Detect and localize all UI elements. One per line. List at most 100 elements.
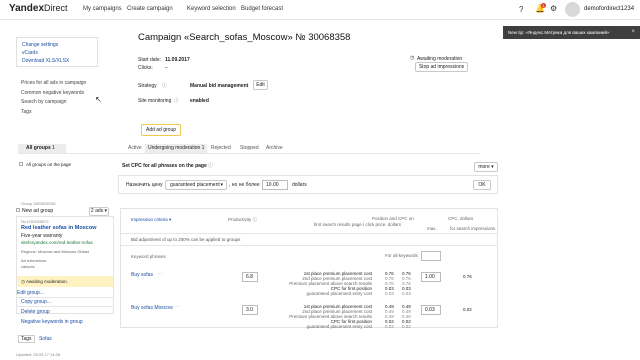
username[interactable]: demofordirect1234 xyxy=(584,6,634,12)
chevron-down-icon: ▾ xyxy=(104,208,108,214)
yandex-direct-logo[interactable]: YandexDirect xyxy=(9,3,68,14)
divider xyxy=(17,306,113,307)
placement-select[interactable]: guaranteed placement ▾ xyxy=(165,180,227,190)
campaign-tools-list: Prices for all ads in campaign Common ne… xyxy=(21,79,86,117)
notification-badge: 1 xyxy=(541,3,547,8)
nav-budget-forecast[interactable]: Budget forecast xyxy=(241,6,283,12)
tab-stopped[interactable]: Stopped xyxy=(237,144,262,153)
group-name: New ad group xyxy=(22,208,54,214)
clock-icon: ◷ xyxy=(410,55,415,61)
auction-price: 0.03 xyxy=(385,291,394,296)
search-cpc-value: 0.02 xyxy=(463,307,472,312)
chevron-down-icon: ▾ xyxy=(491,164,494,170)
change-settings-link[interactable]: Change settings xyxy=(22,41,92,49)
tabs-divider xyxy=(18,153,480,154)
campaign-actions-box: Change settings vCards Download XLS/XLSX xyxy=(16,37,98,67)
add-ad-group-button[interactable]: Add ad group xyxy=(141,124,181,136)
assign-price-label: Назначить цену xyxy=(126,182,163,188)
auction-price: 0.02 xyxy=(385,324,394,329)
all-groups-on-page-label: All groups on the page xyxy=(26,162,72,167)
for-all-keywords-input[interactable] xyxy=(421,251,441,261)
ad-id: № 4781555672 xyxy=(21,219,49,224)
edit-strategy-button[interactable]: Edit xyxy=(253,80,268,90)
ads-count-dropdown[interactable]: 2 ads ▾ xyxy=(89,207,109,216)
page-title: Campaign «Search_sofas_Moscow» № 3006835… xyxy=(138,32,351,43)
common-negative-keywords-link[interactable]: Common negative keywords xyxy=(21,89,86,99)
more-icon[interactable]: ⋯ xyxy=(157,271,162,277)
nav-create-campaign[interactable]: Create campaign xyxy=(127,6,173,12)
keyword-phrase[interactable]: Buy sofas xyxy=(131,272,153,278)
tab-undergoing-moderation[interactable]: Undergoing moderation 1 xyxy=(145,144,208,153)
vcards-link[interactable]: vCards xyxy=(22,49,92,57)
set-cpc-title: Set CPC for all phrases on the page xyxy=(122,163,207,169)
nav-my-campaigns[interactable]: My campaigns xyxy=(83,6,122,12)
max-bid-input[interactable]: 0.03 xyxy=(421,305,441,315)
ad-extensions-value: callouts xyxy=(21,264,35,269)
avatar[interactable] xyxy=(565,2,580,17)
max-bid-input[interactable]: 1.00 xyxy=(421,272,441,282)
bid-adjustment-note: Bid adjustment of up to 200% can be appl… xyxy=(131,237,241,242)
tab-all-groups[interactable]: All groups 1 xyxy=(18,144,66,153)
updated-timestamp: Updated: 28.09.17 14:38 xyxy=(16,352,61,357)
tab-active[interactable]: Active xyxy=(125,144,145,153)
ad-url[interactable]: siteforyandex.com/red-leather-sofas xyxy=(21,240,93,245)
nav-keyword-selection[interactable]: Keyword selection xyxy=(187,6,236,12)
all-groups-checkbox[interactable] xyxy=(19,162,23,166)
more-dropdown[interactable]: more ▾ xyxy=(474,162,498,172)
edit-group-link[interactable]: Edit group... xyxy=(17,290,44,296)
search-cpc-value: 0.76 xyxy=(463,274,472,279)
info-icon[interactable]: ⓘ xyxy=(162,82,167,89)
ad-extensions-label: Ad extensions: xyxy=(21,258,48,263)
delete-group-link[interactable]: Delete group xyxy=(21,309,50,315)
clicks-value: – xyxy=(165,65,168,71)
tag-sofas[interactable]: Sofas xyxy=(39,336,52,342)
strategy-label: Strategy xyxy=(138,83,157,89)
download-xls-link[interactable]: Download XLS/XLSX xyxy=(22,57,92,65)
auction-label: guaranteed placement entry cost xyxy=(306,324,372,329)
divider xyxy=(17,297,113,298)
col-impression-criteria[interactable]: Impression criteria ▾ xyxy=(131,217,171,223)
close-icon[interactable]: × xyxy=(631,26,635,39)
col-cpc: CPC, dollars xyxy=(448,216,474,221)
keyword-phrases-label: Keyword phrases xyxy=(131,254,166,259)
moderation-warning: ◷ Awaiting moderation. xyxy=(17,276,113,287)
group-checkbox[interactable] xyxy=(16,208,20,212)
gear-icon[interactable]: ⚙ xyxy=(550,4,557,13)
tags-link[interactable]: Tags xyxy=(21,108,86,118)
ad-title[interactable]: Red leather sofas in Moscow xyxy=(21,225,97,231)
for-all-keywords-label: For all keywords xyxy=(385,253,418,258)
prices-all-ads-link[interactable]: Prices for all ads in campaign xyxy=(21,79,86,89)
no-more-than-label: , но не более xyxy=(229,182,260,188)
currency-label: dollars xyxy=(292,182,307,188)
info-icon[interactable]: ⓘ xyxy=(174,97,179,104)
col-position: Position and CPC on xyxy=(372,216,414,221)
search-by-campaign-link[interactable]: Search by campaign xyxy=(21,98,86,108)
copy-group-link[interactable]: Copy group... xyxy=(21,299,51,305)
mouse-cursor-icon: ↖ xyxy=(95,95,102,104)
keyword-phrase[interactable]: Buy sofas Moscow xyxy=(131,305,173,311)
site-monitoring-value: enabled xyxy=(190,98,209,104)
auction-label: guaranteed placement entry cost xyxy=(306,291,372,296)
sort-icon: ▾ xyxy=(169,217,172,222)
chevron-down-icon: ▾ xyxy=(220,182,223,188)
tab-rejected[interactable]: Rejected xyxy=(208,144,234,153)
group-id: Group 2803559766 xyxy=(21,201,56,206)
max-price-input[interactable]: 10.00 xyxy=(262,180,288,190)
tab-archive[interactable]: Archive xyxy=(263,144,286,153)
info-icon[interactable]: ⓘ xyxy=(208,162,213,169)
start-date-label: Start date: xyxy=(138,57,162,63)
help-icon[interactable]: ? xyxy=(519,5,523,14)
divider xyxy=(121,245,497,246)
tip-toast[interactable]: New tip: «Яндекс.Метрика для ваших кампа… xyxy=(503,26,640,39)
toast-text: New tip: «Яндекс.Метрика для ваших кампа… xyxy=(508,30,610,35)
stop-impressions-button[interactable]: Stop ad impressions xyxy=(415,62,468,72)
negative-keywords-link[interactable]: Negative keywords in group xyxy=(21,319,83,325)
productivity-value: 6.8 xyxy=(242,272,258,282)
auction-click-price: 0.03 xyxy=(402,291,411,296)
ad-regions: Regions: Moscow and Moscow Oblast xyxy=(21,249,89,254)
ok-button[interactable]: OK xyxy=(473,180,491,190)
strategy-value: Manual bid management xyxy=(190,83,249,89)
col-max: max. xyxy=(427,226,437,231)
tags-label[interactable]: Tags xyxy=(18,335,35,343)
more-icon[interactable]: ⋯ xyxy=(175,304,180,310)
